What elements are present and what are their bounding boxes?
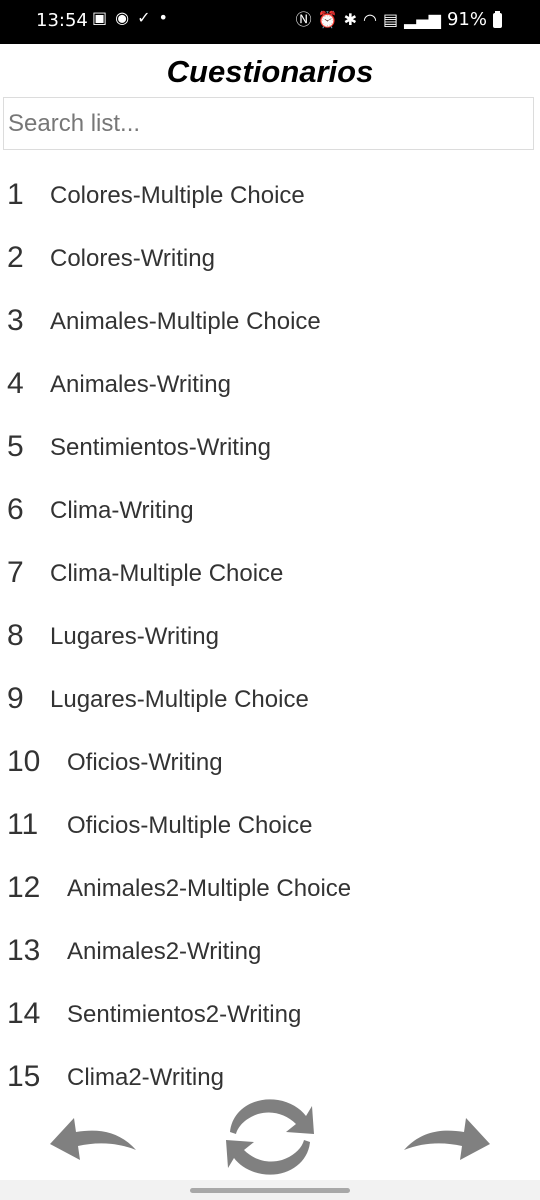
bluetooth-icon: ✱	[343, 9, 357, 29]
list-item[interactable]: 2 Colores-Writing	[0, 227, 540, 290]
refresh-button[interactable]	[224, 1094, 316, 1185]
item-label: Animales-Multiple Choice	[50, 308, 321, 335]
alarm-icon: ⏰	[317, 9, 338, 29]
item-label: Colores-Multiple Choice	[50, 182, 305, 209]
item-label: Clima-Multiple Choice	[50, 560, 284, 587]
list-item[interactable]: 14 Sentimientos2-Writing	[0, 983, 540, 1046]
item-number: 2	[7, 241, 24, 274]
item-label: Sentimientos2-Writing	[67, 1001, 302, 1028]
gallery-icon: ▣	[92, 8, 108, 27]
signal-icon: ▂▄▆	[404, 9, 441, 29]
item-number: 11	[7, 808, 39, 841]
item-label: Animales-Writing	[50, 371, 231, 398]
page-title: Cuestionarios	[166, 54, 374, 89]
item-number: 1	[7, 178, 24, 211]
notification-icons: ▣ ◉ ✓ •	[92, 8, 168, 28]
gesture-bar	[0, 1180, 540, 1200]
list-item[interactable]: 12 Animales2-Multiple Choice	[0, 857, 540, 920]
home-gesture-handle[interactable]	[190, 1188, 350, 1193]
list-item[interactable]: 3 Animales-Multiple Choice	[0, 290, 540, 353]
item-label: Lugares-Multiple Choice	[50, 686, 309, 713]
item-label: Clima-Writing	[50, 497, 194, 524]
quiz-list: 1 Colores-Multiple Choice 2 Colores-Writ…	[0, 164, 540, 1109]
messenger-icon: ◉	[115, 8, 130, 27]
item-label: Animales2-Multiple Choice	[67, 875, 352, 902]
refresh-icon	[226, 1099, 314, 1175]
list-item[interactable]: 6 Clima-Writing	[0, 479, 540, 542]
item-number: 9	[7, 682, 24, 715]
back-arrow-icon	[50, 1118, 136, 1160]
item-number: 4	[7, 367, 24, 400]
item-label: Lugares-Writing	[50, 623, 219, 650]
dot-icon: •	[158, 8, 168, 27]
list-item[interactable]: 7 Clima-Multiple Choice	[0, 542, 540, 605]
item-label: Oficios-Multiple Choice	[67, 812, 313, 839]
item-number: 13	[7, 934, 41, 967]
item-label: Clima2-Writing	[67, 1064, 224, 1091]
list-item[interactable]: 10 Oficios-Writing	[0, 731, 540, 794]
item-number: 6	[7, 493, 24, 526]
item-label: Oficios-Writing	[67, 749, 223, 776]
status-bar: 13:54 ▣ ◉ ✓ • Ⓝ ⏰ ✱ ◠ ▤ ▂▄▆ 91%	[0, 0, 540, 44]
list-item[interactable]: 8 Lugares-Writing	[0, 605, 540, 668]
item-number: 3	[7, 304, 24, 337]
item-number: 12	[7, 871, 41, 904]
list-item[interactable]: 1 Colores-Multiple Choice	[0, 164, 540, 227]
bottom-navigation	[0, 1092, 540, 1182]
volte-icon: ▤	[382, 9, 399, 29]
back-button[interactable]	[48, 1114, 138, 1167]
system-icons: Ⓝ ⏰ ✱ ◠ ▤ ▂▄▆ 91%	[296, 9, 502, 30]
item-number: 7	[7, 556, 24, 589]
item-number: 5	[7, 430, 24, 463]
item-number: 15	[7, 1060, 41, 1093]
list-item[interactable]: 4 Animales-Writing	[0, 353, 540, 416]
forward-arrow-icon	[404, 1118, 490, 1160]
battery-percent: 91%	[446, 9, 487, 30]
battery-icon	[493, 11, 502, 28]
wifi-icon: ◠	[362, 9, 377, 29]
check-download-icon: ✓	[137, 8, 151, 27]
status-time: 13:54	[36, 10, 88, 31]
item-label: Animales2-Writing	[67, 938, 262, 965]
list-item[interactable]: 5 Sentimientos-Writing	[0, 416, 540, 479]
nfc-icon: Ⓝ	[295, 9, 312, 29]
item-label: Colores-Writing	[50, 245, 215, 272]
list-item[interactable]: 11 Oficios-Multiple Choice	[0, 794, 540, 857]
item-number: 14	[7, 997, 41, 1030]
item-number: 10	[7, 745, 41, 778]
list-item[interactable]: 13 Animales2-Writing	[0, 920, 540, 983]
item-label: Sentimientos-Writing	[50, 434, 271, 461]
item-number: 8	[7, 619, 24, 652]
list-item[interactable]: 9 Lugares-Multiple Choice	[0, 668, 540, 731]
search-input[interactable]	[3, 97, 534, 150]
forward-button[interactable]	[402, 1114, 492, 1167]
